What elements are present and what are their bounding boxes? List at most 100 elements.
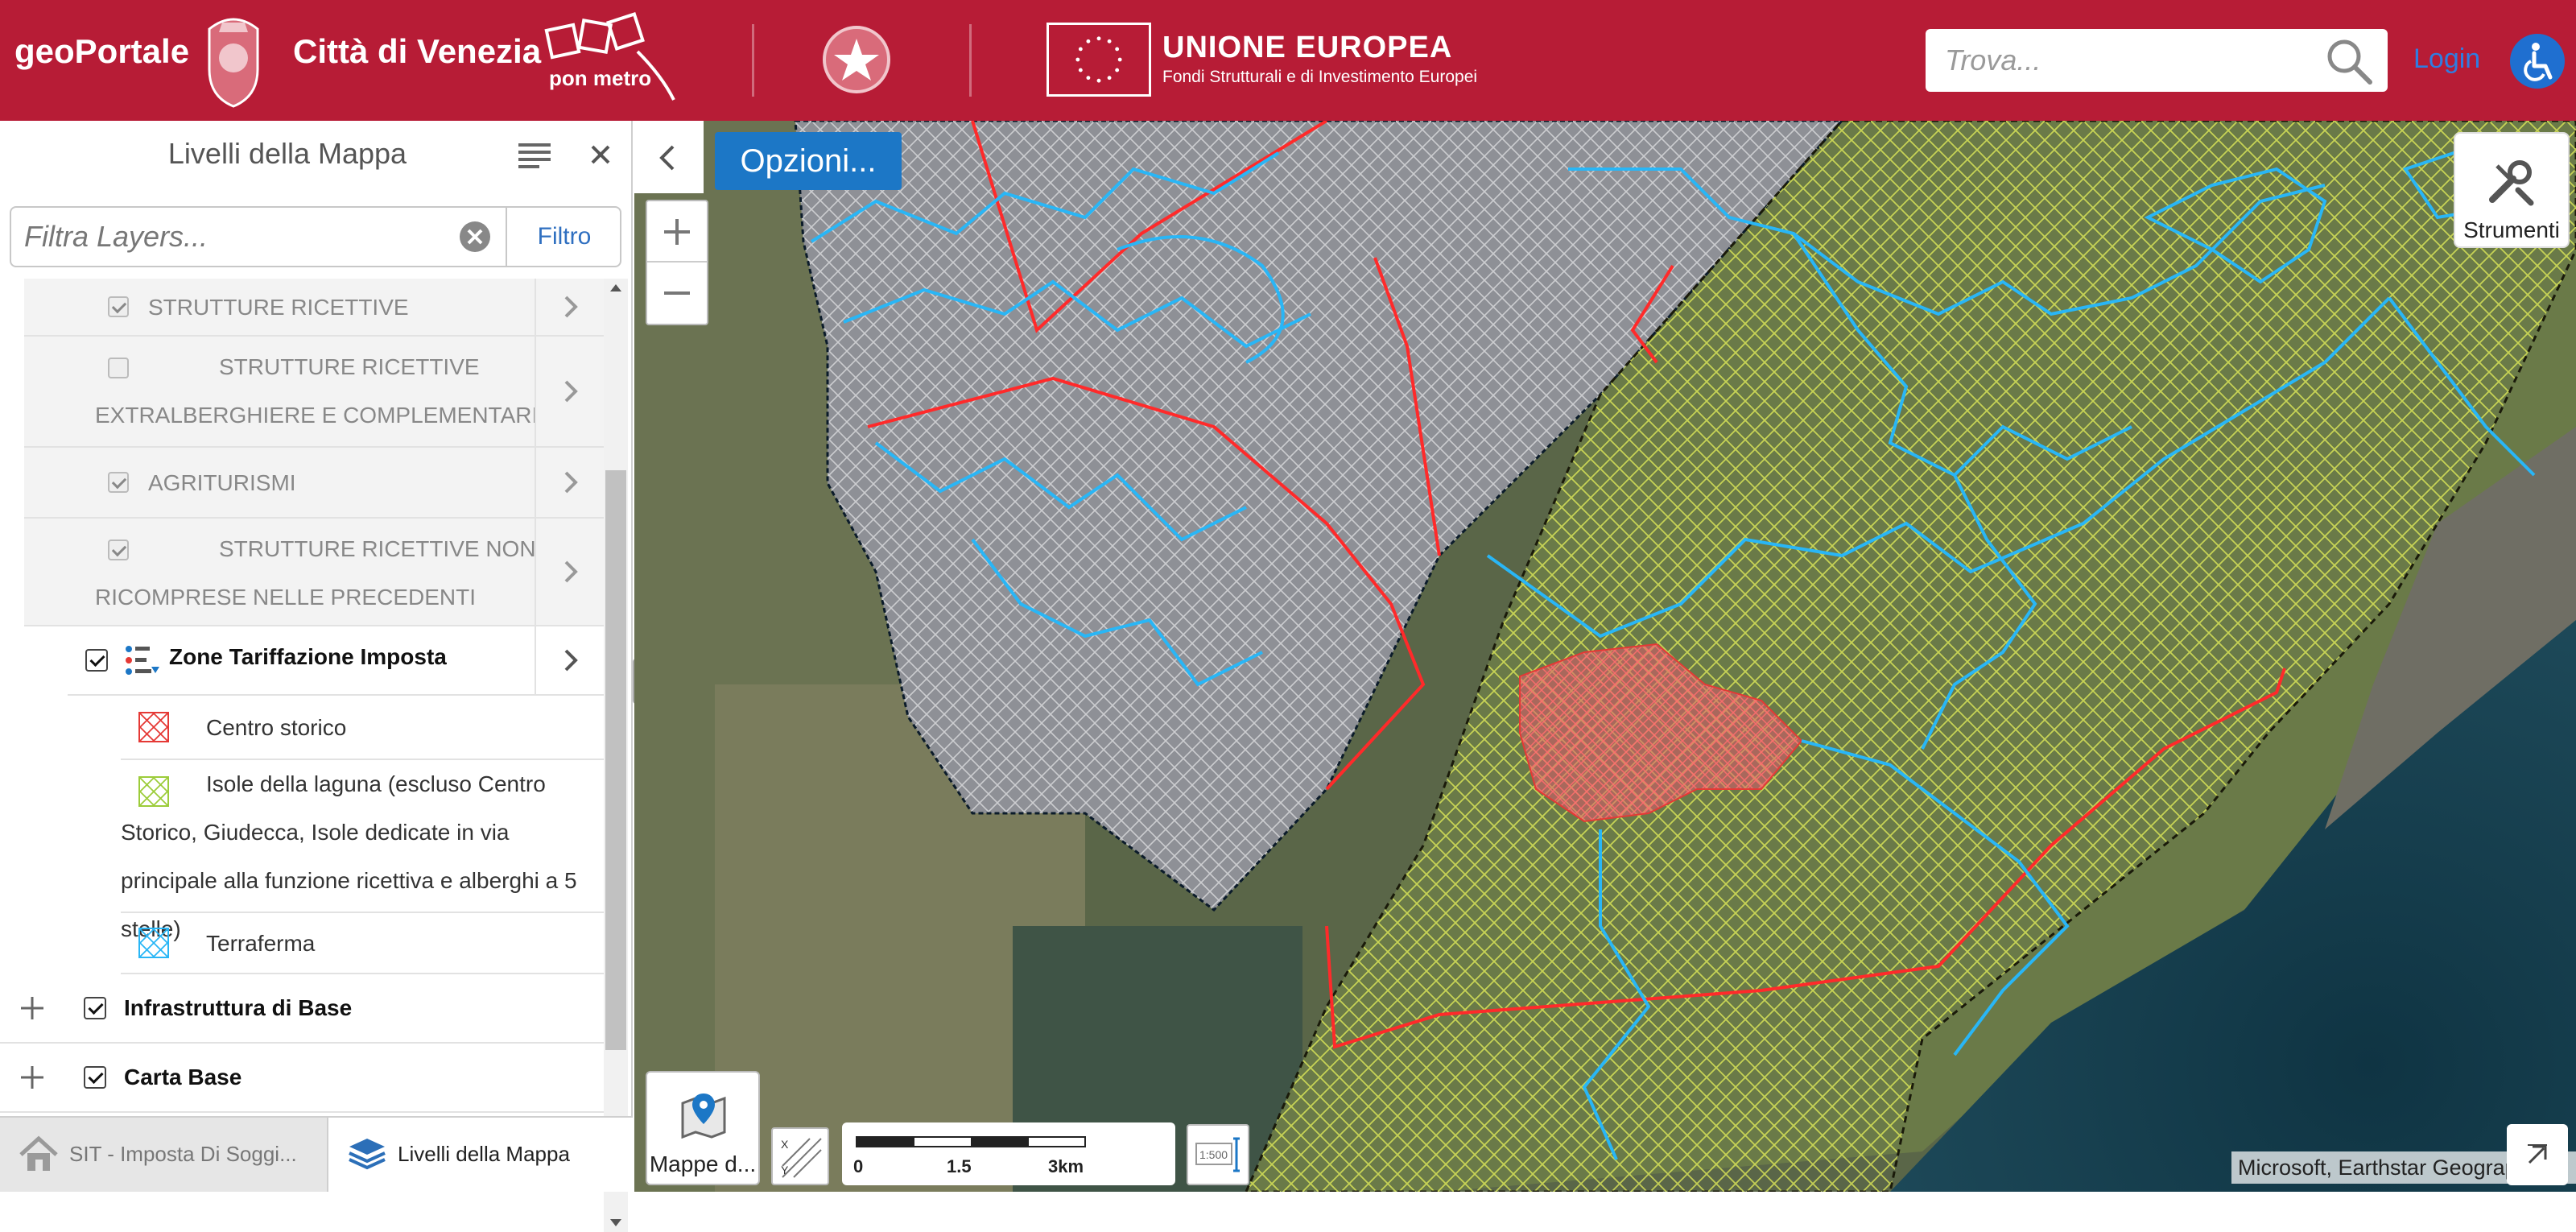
filter-layers-input[interactable] [11,208,462,266]
eu-star [1086,76,1091,81]
legend-list-icon [126,646,159,675]
sublayer-label: STRUTTURE RICETTIVE EXTRALBERGHIERE E CO… [95,354,539,428]
sublayer-row[interactable]: STRUTTURE RICETTIVE ALL'APERTO [24,279,604,368]
tools-button[interactable]: Strumenti [2454,132,2570,248]
layers-icon [349,1139,386,1170]
expand-plus-icon[interactable] [18,1063,47,1092]
app-header: geoPortale Città di Venezia pon metro UN… [0,0,2576,121]
chevron-right-icon [564,471,578,494]
zone-layer-expand[interactable] [535,626,604,694]
eu-star [1086,39,1091,43]
expand-plus-icon[interactable] [18,994,47,1023]
layer-group-row[interactable]: Carta Base [0,1044,604,1113]
sublayer-expand[interactable] [535,337,604,446]
eu-star [1107,76,1112,81]
eu-star [1096,36,1101,41]
legend-label: Centro storico [206,715,347,740]
satellite-map[interactable] [634,121,2576,1192]
xy-coordinates-icon: X Y [781,1138,822,1178]
eu-subtitle: Fondi Strutturali e di Investimento Euro… [1162,68,1478,86]
list-menu-icon[interactable] [515,137,555,172]
legend-label: Terraferma [206,931,316,956]
legend-swatch-centro [138,712,169,742]
italian-republic-emblem [823,26,890,93]
svg-text:Y: Y [781,1164,789,1176]
legend-swatch-terraferma [138,928,169,958]
tab-label: SIT - Imposta Di Soggi... [69,1142,297,1166]
legend-item: Isole della laguna (escluso Centro Stori… [121,760,604,941]
zoom-controls [646,200,708,325]
basemaps-button[interactable]: Mappe d... [646,1071,760,1185]
eu-title: UNIONE EUROPEA [1162,31,1453,64]
header-separator [752,24,754,97]
map-view[interactable]: Opzioni... Strumenti Mappe d... X Y 0 1.… [634,121,2576,1192]
svg-text:pon metro: pon metro [549,66,651,90]
legend-item: Terraferma [121,913,604,974]
eu-star [1096,78,1101,83]
sublayer-label: AGRITURISMI [148,470,296,495]
scroll-down-icon[interactable] [609,1218,623,1229]
group-checkbox[interactable] [84,1066,106,1089]
collapse-panel-button[interactable] [634,121,704,193]
scale-label: 3km [1048,1156,1084,1176]
scale-ratio-button[interactable]: 1:500 [1187,1124,1249,1185]
eu-star [1117,57,1122,62]
tab-sit[interactable]: SIT - Imposta Di Soggi... [0,1118,325,1192]
eu-star [1078,47,1083,52]
filter-bar: Filtro [10,206,621,267]
panel-title: Livelli della Mappa [167,137,407,170]
layer-group-row[interactable]: Infrastruttura di Base [0,974,604,1044]
accessibility-icon[interactable] [2510,34,2565,89]
search-icon[interactable] [2323,35,2375,87]
chevron-right-icon [564,560,578,583]
options-button[interactable]: Opzioni... [715,132,902,190]
tools-icon [2489,160,2534,206]
scale-ratio-icon: 1:500 [1195,1137,1240,1172]
zoom-in-button[interactable] [647,201,707,263]
eu-flag-icon [1046,23,1151,97]
minus-icon [664,291,690,295]
sublayer-row[interactable]: AGRITURISMI [24,448,604,519]
sublayer-row[interactable]: STRUTTURE RICETTIVE NON RICOMPRESE NELLE… [24,519,604,626]
eu-star [1115,68,1120,72]
home-icon [19,1135,58,1171]
zone-layer-checkbox[interactable] [85,649,108,672]
basemaps-label: Mappe d... [649,1151,757,1176]
legend-item: Centro storico [121,696,604,760]
sublayer-expand[interactable] [535,519,604,625]
search-input[interactable] [1926,29,2312,92]
group-label: Carta Base [124,1065,242,1089]
sublayer-expand[interactable] [535,279,604,335]
chevron-right-icon [564,649,578,672]
chevron-left-icon [659,145,675,171]
layers-panel: Livelli della Mappa Filtro STRUTTURE RIC… [0,121,633,1232]
expand-attribution-button[interactable] [2507,1124,2568,1185]
scale-bar-graphic [856,1136,1086,1147]
filter-button[interactable]: Filtro [506,208,621,266]
scale-label: 1.5 [947,1156,972,1176]
tools-label: Strumenti [2463,217,2560,242]
eu-star [1107,39,1112,43]
eu-star [1075,57,1080,62]
header-separator [969,24,972,97]
venezia-crest-logo [208,18,259,108]
close-icon[interactable] [583,137,618,172]
scrollbar-thumb[interactable] [605,470,626,1050]
bottom-tabs: SIT - Imposta Di Soggi... Livelli della … [0,1116,633,1192]
coordinates-button[interactable]: X Y [771,1127,829,1185]
scroll-up-icon[interactable] [609,282,623,293]
eu-star [1078,68,1083,72]
login-link[interactable]: Login [2413,43,2480,75]
city-brand[interactable]: Città di Venezia [293,32,541,71]
sublayer-row[interactable]: STRUTTURE RICETTIVE EXTRALBERGHIERE E CO… [24,337,604,448]
sublayer-expand[interactable] [535,448,604,517]
zoom-out-button[interactable] [647,263,707,324]
tab-map-layers[interactable]: Livelli della Mappa [327,1118,633,1192]
clear-filter-icon[interactable] [457,219,493,254]
geoportale-brand[interactable]: geoPortale [14,32,189,71]
ponmetro-logo: pon metro [544,12,675,101]
search-box [1926,29,2388,92]
group-checkbox[interactable] [84,997,106,1019]
svg-text:X: X [781,1138,789,1151]
zone-tariffazione-row[interactable]: Zone Tariffazione Imposta [68,626,604,696]
